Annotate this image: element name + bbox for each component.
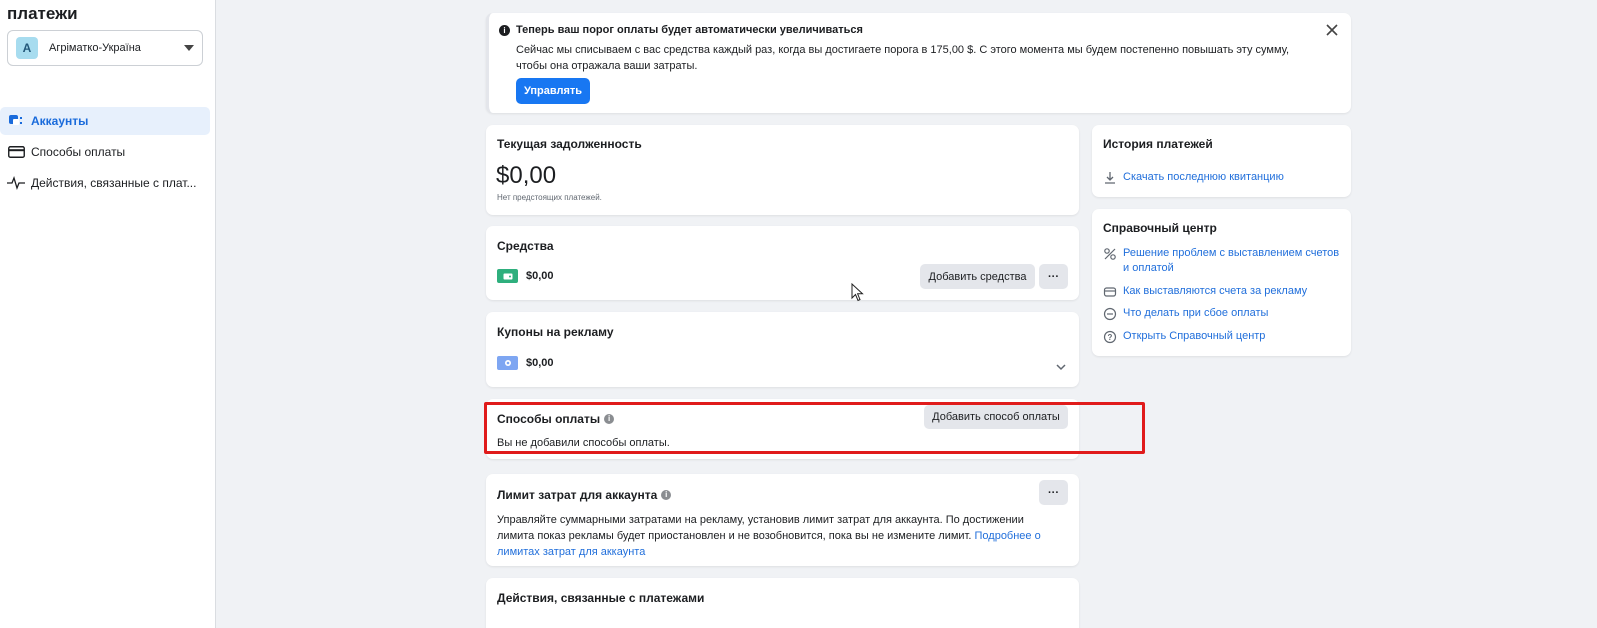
sidebar-item-payment-methods[interactable]: Способы оплаты (0, 138, 210, 166)
help-link-troubleshoot[interactable]: Решение проблем с выставлением счетов и … (1123, 246, 1343, 276)
caret-down-icon (184, 45, 194, 51)
spend-limit-title: Лимит затрат для аккаунта (497, 488, 658, 502)
coupon-icon (497, 356, 518, 370)
page-title: платежи (7, 4, 78, 23)
funds-card: Средства $0,00 Добавить средства ··· (486, 226, 1079, 300)
payment-methods-title: Способы оплаты (497, 412, 601, 426)
chevron-down-icon[interactable] (1056, 358, 1066, 376)
balance-title: Текущая задолженность (497, 137, 642, 151)
help-link-payment-failure[interactable]: Что делать при сбое оплаты (1123, 306, 1268, 321)
info-icon[interactable]: i (604, 414, 615, 424)
no-payment-methods-text: Вы не добавили способы оплаты. (497, 437, 670, 449)
sidebar-item-label: Действия, связанные с плат... (31, 176, 197, 190)
balance-amount: $0,00 (496, 162, 557, 189)
wrench-icon (1103, 247, 1117, 261)
question-circle-icon: ? (1103, 330, 1117, 344)
card-icon (6, 144, 26, 160)
sidebar-item-label: Аккаунты (31, 114, 89, 128)
sidebar-nav: Аккаунты Способы оплаты Действия, связан… (0, 107, 210, 200)
close-icon[interactable] (1325, 23, 1339, 37)
payment-methods-card: Способы оплаты i Добавить способ оплаты … (486, 399, 1079, 459)
account-selector[interactable]: A Агрiматко-Україна (7, 30, 203, 66)
mouse-cursor-icon (851, 282, 864, 307)
info-icon: i (499, 24, 510, 36)
spend-limit-card: Лимит затрат для аккаунта i ··· Управляй… (486, 474, 1079, 566)
activity-icon (6, 175, 26, 191)
payment-history-card: История платежей Скачать последнюю квита… (1092, 125, 1351, 197)
ad-coupons-card: Купоны на рекламу $0,00 (486, 312, 1079, 387)
minus-circle-icon (1103, 307, 1117, 321)
notice-body: Сейчас мы списываем с вас средства кажды… (516, 44, 1290, 72)
funds-title: Средства (497, 239, 554, 253)
payment-activity-card: Действия, связанные с платежами (486, 578, 1079, 628)
help-link-row[interactable]: ? Открыть Справочный центр (1103, 329, 1265, 344)
add-funds-button[interactable]: Добавить средства (920, 264, 1035, 289)
bill-icon (1103, 285, 1117, 299)
notice-title: Теперь ваш порог оплаты будет автоматиче… (516, 24, 863, 36)
accounts-icon (6, 113, 26, 129)
manage-button[interactable]: Управлять (516, 78, 590, 104)
help-link-billing[interactable]: Как выставляются счета за рекламу (1123, 284, 1307, 299)
help-title: Справочный центр (1103, 221, 1217, 235)
funds-amount: $0,00 (526, 270, 554, 282)
spend-limit-description: Управляйте суммарными затратами на рекла… (497, 512, 1063, 560)
help-link-row[interactable]: Как выставляются счета за рекламу (1103, 284, 1307, 299)
spend-limit-more-button[interactable]: ··· (1039, 480, 1068, 505)
help-link-row[interactable]: Что делать при сбое оплаты (1103, 306, 1268, 321)
coupons-amount: $0,00 (526, 357, 554, 369)
help-center-card: Справочный центр Решение проблем с выста… (1092, 209, 1351, 356)
funds-icon (497, 269, 518, 283)
current-balance-card: Текущая задолженность $0,00 Нет предстоя… (486, 125, 1079, 215)
sidebar-item-payment-activity[interactable]: Действия, связанные с плат... (0, 169, 210, 197)
sidebar: платежи A Агрiматко-Україна Аккаунты Спо… (0, 0, 216, 628)
svg-text:?: ? (1108, 333, 1113, 342)
funds-more-button[interactable]: ··· (1039, 264, 1068, 289)
help-link-open-center[interactable]: Открыть Справочный центр (1123, 329, 1265, 344)
download-receipt-link[interactable]: Скачать последнюю квитанцию (1123, 170, 1284, 185)
sidebar-item-label: Способы оплаты (31, 145, 126, 159)
coupons-title: Купоны на рекламу (497, 325, 614, 339)
history-title: История платежей (1103, 137, 1213, 151)
spend-limit-body: Управляйте суммарными затратами на рекла… (497, 514, 1024, 542)
add-payment-method-button[interactable]: Добавить способ оплаты (924, 405, 1068, 429)
download-receipt-row[interactable]: Скачать последнюю квитанцию (1103, 170, 1284, 185)
account-avatar: A (16, 37, 38, 59)
sidebar-item-accounts[interactable]: Аккаунты (0, 107, 210, 135)
info-icon[interactable]: i (661, 490, 672, 500)
activity-title: Действия, связанные с платежами (497, 591, 705, 605)
threshold-notice: i Теперь ваш порог оплаты будет автомати… (486, 13, 1351, 113)
download-icon (1103, 171, 1117, 185)
help-link-row[interactable]: Решение проблем с выставлением счетов и … (1103, 246, 1343, 276)
account-name: Агрiматко-Україна (49, 42, 141, 54)
balance-note: Нет предстоящих платежей. (497, 193, 602, 202)
